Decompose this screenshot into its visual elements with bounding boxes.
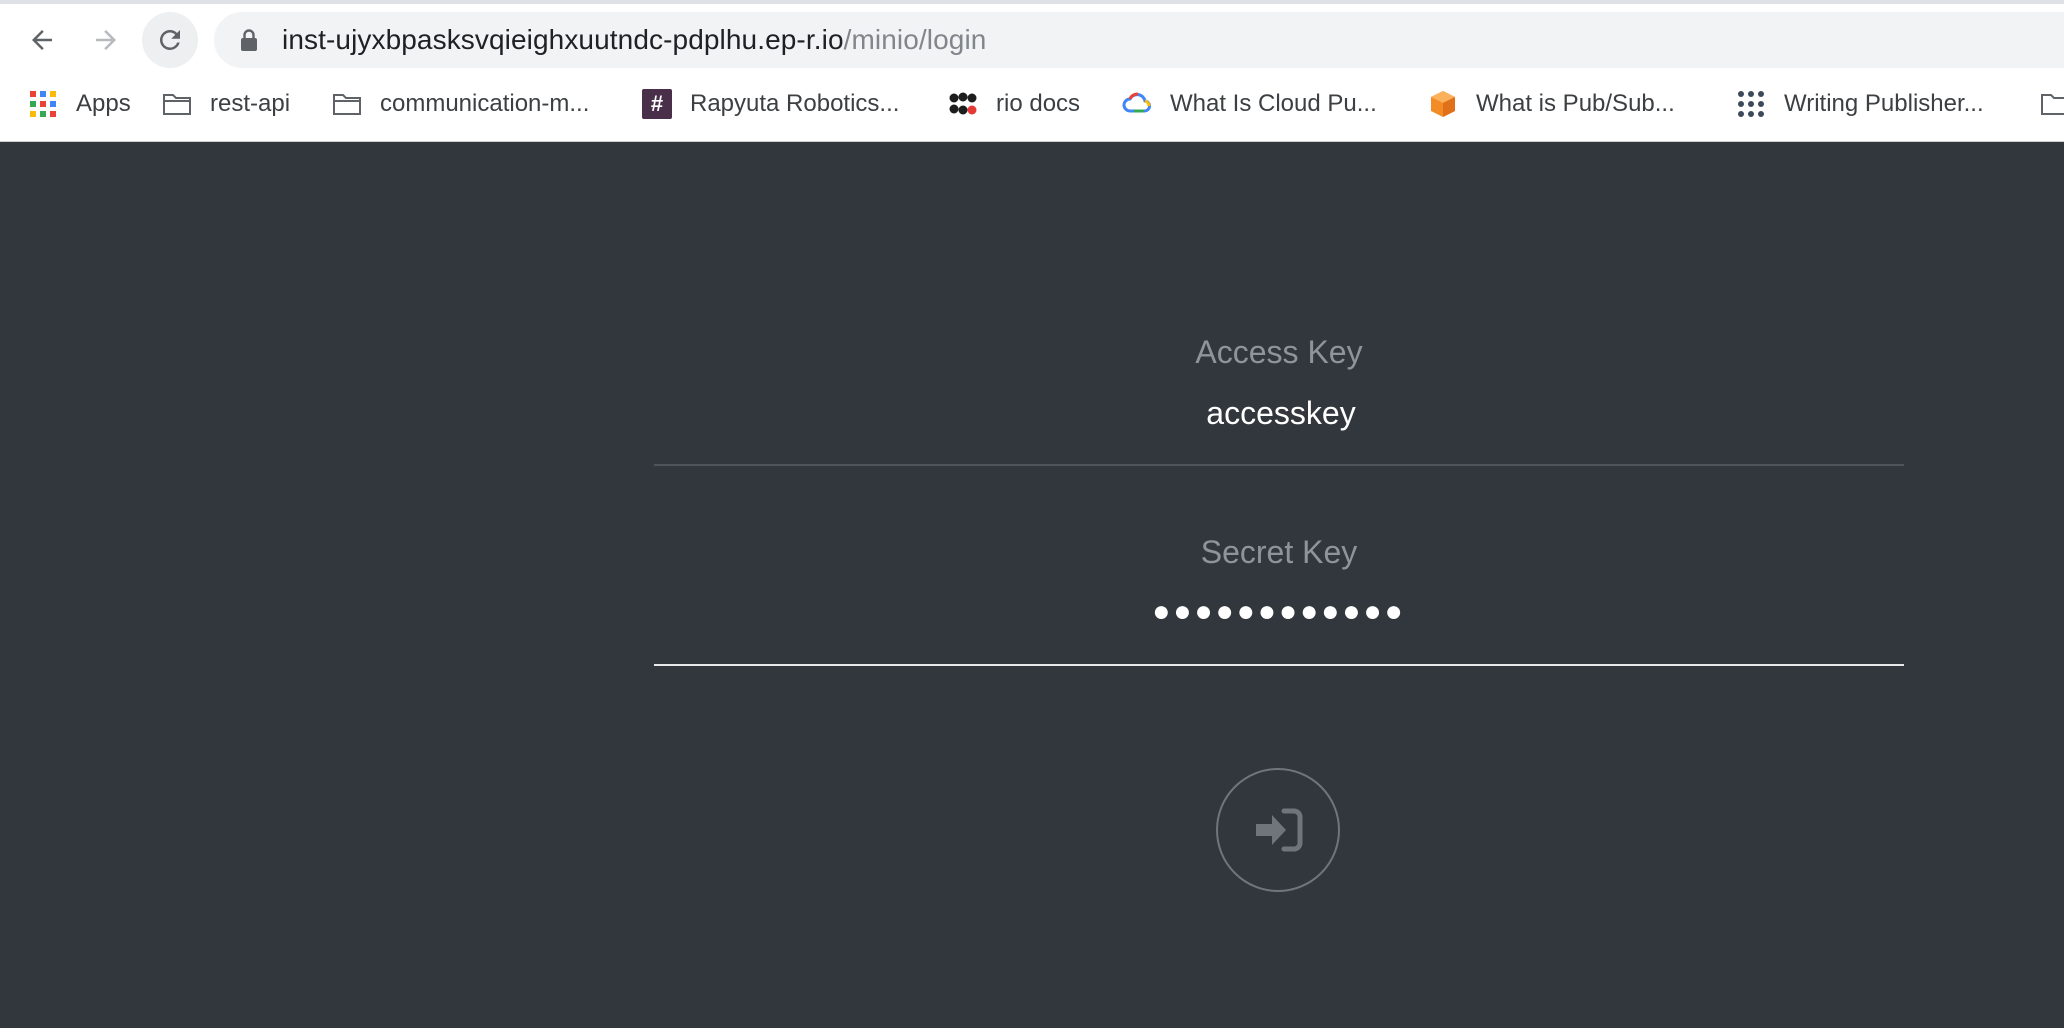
orange-cube-icon <box>1428 89 1458 119</box>
lock-icon <box>241 29 257 51</box>
bookmark-label: rio docs <box>996 90 1081 117</box>
bookmark-label: communication-m... <box>380 90 590 117</box>
arrow-right-icon <box>96 30 116 50</box>
bookmark-apps[interactable]: Apps <box>28 84 131 124</box>
bookmark-label: Writing Publisher... <box>1784 90 1984 117</box>
secret-key-input[interactable]: ●●●●●●●●●●●● <box>654 590 1904 634</box>
secret-key-underline <box>654 664 1904 666</box>
secret-key-field: Secret Key ●●●●●●●●●●●● <box>654 520 1904 666</box>
browser-chrome: inst-ujyxbpasksvqieighxuutndc-pdplhu.ep-… <box>0 0 2064 142</box>
access-key-label: Access Key <box>1195 334 1363 370</box>
reload-icon <box>159 29 180 50</box>
bookmark-overflow[interactable] <box>2040 84 2064 124</box>
rio-logo-icon <box>948 89 978 119</box>
bookmark-writing-publisher[interactable]: Writing Publisher... <box>1736 84 1984 124</box>
access-key-underline <box>654 464 1904 466</box>
bookmark-label: rest-api <box>210 90 291 117</box>
url-text[interactable]: inst-ujyxbpasksvqieighxuutndc-pdplhu.ep-… <box>282 24 986 56</box>
access-key-field: Access Key <box>654 320 1908 466</box>
folder-icon <box>162 89 192 119</box>
dots-grid-icon <box>1736 89 1766 119</box>
bookmark-label: Rapyuta Robotics... <box>690 90 900 117</box>
folder-icon <box>2040 89 2064 119</box>
bookmark-rapyuta[interactable]: # Rapyuta Robotics... <box>642 84 899 124</box>
bookmark-label: Apps <box>76 90 131 117</box>
google-cloud-icon <box>1122 89 1152 119</box>
address-bar[interactable]: inst-ujyxbpasksvqieighxuutndc-pdplhu.ep-… <box>214 12 2064 68</box>
secret-key-label: Secret Key <box>1200 534 1358 570</box>
sign-in-icon <box>1256 808 1303 852</box>
forward-button[interactable] <box>78 12 134 68</box>
url-host: inst-ujyxbpasksvqieighxuutndc-pdplhu.ep-… <box>282 24 844 55</box>
login-form: Access Key Secret Key ●●●●●●●●●●●● <box>654 320 1908 666</box>
slack-hash-icon: # <box>642 89 672 119</box>
access-key-input[interactable] <box>654 390 1908 436</box>
url-path: /minio/login <box>843 24 987 55</box>
bookmark-rest-api[interactable]: rest-api <box>162 84 290 124</box>
bookmarks-bar: Apps rest-api communication-m... # Rapyu… <box>0 82 2064 126</box>
apps-grid-icon <box>28 89 58 119</box>
tab-strip-edge <box>0 0 2064 4</box>
arrow-left-icon <box>32 30 52 50</box>
bookmark-label: What Is Cloud Pu... <box>1170 90 1377 117</box>
folder-icon <box>332 89 362 119</box>
bookmark-what-is-pubsub[interactable]: What is Pub/Sub... <box>1428 84 1675 124</box>
back-button[interactable] <box>14 12 70 68</box>
reload-button[interactable] <box>142 12 198 68</box>
bookmark-rio-docs[interactable]: rio docs <box>948 84 1080 124</box>
bookmark-communication[interactable]: communication-m... <box>332 84 589 124</box>
bookmark-label: What is Pub/Sub... <box>1476 90 1675 117</box>
login-button[interactable] <box>1216 768 1340 892</box>
bookmark-cloud-pubsub[interactable]: What Is Cloud Pu... <box>1122 84 1377 124</box>
